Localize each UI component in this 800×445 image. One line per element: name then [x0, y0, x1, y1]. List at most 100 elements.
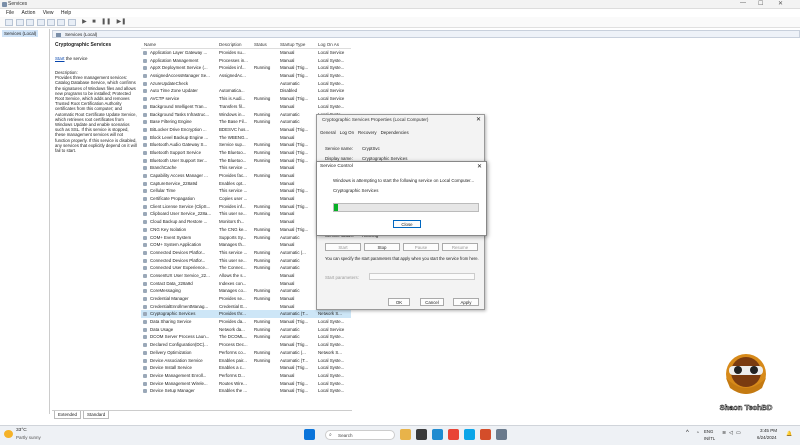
notification-icon[interactable]: 🔔: [786, 431, 792, 437]
forward-icon[interactable]: [15, 19, 24, 26]
service-control-close-icon[interactable]: ✕: [477, 163, 482, 170]
table-row[interactable]: Data Usage Network da... Running Automatic L…: [141, 326, 351, 334]
cell-description: Automatica...: [219, 88, 245, 94]
table-row[interactable]: AVCTP service This is Audi... Running Manua…: [141, 95, 351, 103]
stop-icon[interactable]: ■: [92, 19, 96, 25]
table-row[interactable]: AppX Deployment Service (... Provides inf…: [141, 64, 351, 72]
table-row[interactable]: Application Layer Gateway ... Provides su…: [141, 49, 351, 57]
cell-status: Running: [254, 173, 271, 178]
start-params-input[interactable]: [369, 273, 475, 280]
cell-logon: Local Syste...: [318, 365, 345, 371]
weather-icon[interactable]: [4, 430, 13, 438]
refresh-icon[interactable]: [36, 19, 45, 26]
menu-action[interactable]: Action: [21, 9, 35, 17]
edge-icon[interactable]: [432, 429, 443, 440]
cell-logon: Network S...: [318, 311, 342, 317]
minimize-button[interactable]: —: [740, 0, 746, 6]
table-row[interactable]: Device Management Enroll... Performs D...…: [141, 372, 351, 380]
menu-file[interactable]: File: [6, 9, 14, 17]
cell-name: BranchCache: [150, 165, 177, 171]
column-startup-type[interactable]: Startup Type: [280, 42, 305, 47]
cell-logon: Local Service: [318, 50, 345, 55]
service-name-value: CryptSvc: [362, 146, 380, 151]
cell-description: Manages th...: [219, 242, 246, 248]
language-code[interactable]: ENG: [704, 429, 713, 434]
tab-log-on[interactable]: Log On: [340, 130, 354, 135]
menu-help[interactable]: Help: [61, 9, 71, 17]
clock-time[interactable]: 3:45 PM: [760, 428, 777, 433]
column-status[interactable]: Status: [254, 42, 267, 47]
start-icon[interactable]: [304, 429, 315, 440]
weather-temp[interactable]: 33°C: [16, 428, 27, 433]
tray-chevron-icon[interactable]: ^: [686, 430, 689, 436]
tab-dependencies[interactable]: Dependencies: [381, 130, 409, 135]
table-row[interactable]: Device Install Service Enables a c... Manu…: [141, 364, 351, 372]
task-view-icon[interactable]: [416, 429, 427, 440]
wifi-icon[interactable]: ≋: [722, 430, 726, 436]
cell-description: Process Dec...: [219, 342, 248, 348]
cell-startup: Manual (Trig...: [280, 73, 309, 79]
cell-name: Clipboard User Service_228a...: [150, 211, 212, 217]
network-icon[interactable]: ◔: [696, 430, 699, 436]
pause-button[interactable]: Pause: [403, 243, 439, 251]
table-row[interactable]: Delivery Optimization Performs co... Runni…: [141, 349, 351, 357]
column-description[interactable]: Description: [219, 42, 242, 47]
resume-button[interactable]: Resume: [442, 243, 478, 251]
table-row[interactable]: AzureUpdateCheck Automatic Local Syste...: [141, 80, 351, 88]
weather-desc[interactable]: Partly sunny: [16, 435, 41, 440]
table-row[interactable]: AssignedAccessManager Se... AssignedAc...…: [141, 72, 351, 80]
volume-icon[interactable]: ◁: [729, 430, 733, 436]
chrome-icon[interactable]: [448, 429, 459, 440]
cancel-button[interactable]: Cancel: [420, 298, 444, 306]
store-icon[interactable]: [464, 429, 475, 440]
tree-node-services-local[interactable]: Services (Local): [2, 30, 39, 37]
cell-status: Running: [254, 257, 271, 263]
play-icon[interactable]: ▶: [82, 18, 87, 25]
cell-name: Cellular Time: [150, 188, 176, 194]
service-gear-icon: [143, 197, 147, 202]
tab-recovery[interactable]: Recovery: [358, 130, 377, 135]
apply-button[interactable]: Apply: [453, 298, 479, 306]
cell-description: Transfers fil...: [219, 103, 246, 109]
tab-extended[interactable]: Extended: [54, 411, 82, 419]
help-icon[interactable]: [57, 19, 66, 26]
column-log-on-as[interactable]: Log On As: [318, 42, 339, 47]
pause-icon[interactable]: ❚❚: [101, 18, 111, 25]
clock-date[interactable]: 6/24/2024: [757, 435, 777, 440]
table-row[interactable]: Background Intelligent Tran... Transfers …: [141, 103, 351, 111]
table-row[interactable]: Declared Configuration(DC)... Process Dec…: [141, 341, 351, 349]
back-icon[interactable]: [5, 19, 14, 26]
cell-name: Certificate Propagation: [150, 196, 195, 202]
file-explorer-icon[interactable]: [400, 429, 411, 440]
export-icon[interactable]: [46, 19, 55, 26]
stop-button[interactable]: Stop: [364, 243, 400, 251]
start-button[interactable]: Start: [325, 243, 361, 251]
battery-icon[interactable]: ▭: [736, 430, 741, 436]
maximize-button[interactable]: ☐: [758, 0, 763, 7]
service-gear-icon: [143, 281, 147, 286]
tab-standard[interactable]: Standard: [83, 411, 110, 419]
services-taskbar-icon[interactable]: [496, 429, 507, 440]
table-row[interactable]: DCOM Server Process Laun... The DCOML... R…: [141, 333, 351, 341]
ok-button[interactable]: OK: [388, 298, 410, 306]
tab-general[interactable]: General: [320, 130, 336, 135]
close-button[interactable]: ✕: [778, 0, 783, 7]
table-row[interactable]: Application Management Processes in... Man…: [141, 57, 351, 65]
table-row[interactable]: Device Association Service Enables pair..…: [141, 357, 351, 365]
column-name[interactable]: Name: [144, 42, 156, 47]
table-row[interactable]: Cryptographic Services Provides thr... Aut…: [141, 310, 351, 319]
app-icon-red[interactable]: [480, 429, 491, 440]
show-hide-tree-icon[interactable]: [26, 19, 35, 26]
language-region[interactable]: IN/ITL: [704, 436, 715, 441]
menu-view[interactable]: View: [43, 9, 54, 17]
taskbar-search[interactable]: ⌕ Search: [325, 430, 395, 440]
table-row[interactable]: Device Setup Manager Enables the ... Manua…: [141, 387, 351, 395]
table-row[interactable]: Auto Time Zone Updater Automatica... Disab…: [141, 87, 351, 95]
table-row[interactable]: Data Sharing Service Provides da... Runnin…: [141, 318, 351, 326]
start-service-link[interactable]: Start: [55, 56, 65, 61]
restart-icon[interactable]: ▶❚: [117, 18, 127, 25]
properties-icon[interactable]: [67, 19, 76, 26]
properties-close-icon[interactable]: ✕: [476, 116, 481, 123]
service-control-close-button[interactable]: Close: [393, 220, 421, 228]
table-row[interactable]: Device Management Wirele... Routes Wire..…: [141, 380, 351, 388]
